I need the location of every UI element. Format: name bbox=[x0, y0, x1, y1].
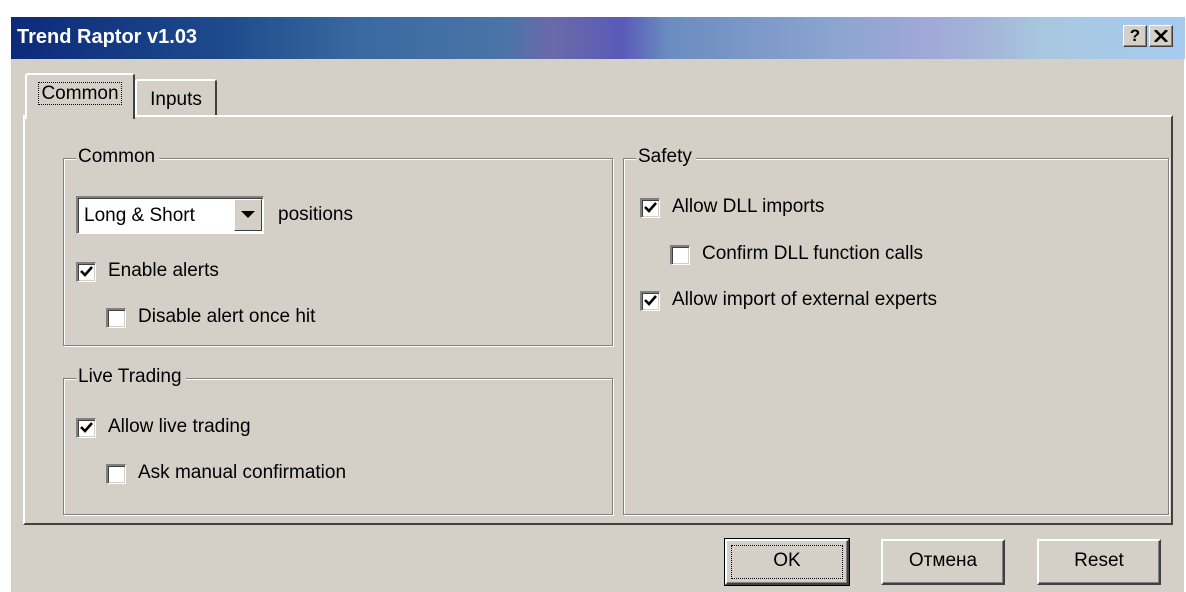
ok-button[interactable]: OK bbox=[724, 538, 850, 586]
positions-label: positions bbox=[278, 204, 353, 225]
reset-button-label: Reset bbox=[1074, 550, 1124, 571]
positions-dropdown-button[interactable] bbox=[234, 199, 262, 231]
window-title: Trend Raptor v1.03 bbox=[17, 26, 198, 48]
ask-manual-confirmation-checkbox[interactable] bbox=[106, 464, 126, 484]
chevron-down-icon bbox=[241, 211, 255, 218]
disable-alert-once-hit-checkbox[interactable] bbox=[106, 308, 126, 328]
safety-groupbox: Safety Allow DLL imports Confirm DLL fun… bbox=[623, 146, 1169, 515]
focus-rectangle bbox=[731, 545, 843, 579]
allow-dll-imports-label: Allow DLL imports bbox=[672, 196, 825, 217]
positions-select[interactable]: Long & Short bbox=[76, 196, 264, 234]
cancel-button-label: Отмена bbox=[908, 550, 978, 571]
common-groupbox: Common Long & Short positions Enable ale… bbox=[63, 146, 613, 346]
ask-manual-confirmation-label: Ask manual confirmation bbox=[138, 462, 347, 483]
enable-alerts-label: Enable alerts bbox=[108, 260, 219, 281]
allow-live-trading-label: Allow live trading bbox=[108, 416, 251, 437]
tab-common[interactable]: Common bbox=[25, 73, 135, 119]
tab-inputs[interactable]: Inputs bbox=[135, 79, 217, 117]
help-icon: ? bbox=[1129, 26, 1141, 45]
confirm-dll-function-calls-label: Confirm DLL function calls bbox=[702, 243, 924, 264]
checkmark-icon bbox=[80, 266, 93, 277]
tab-panel-common: Common Long & Short positions Enable ale… bbox=[23, 115, 1173, 525]
reset-button[interactable]: Reset bbox=[1037, 539, 1161, 585]
safety-group-legend: Safety bbox=[636, 146, 696, 168]
tab-common-label: Common bbox=[38, 82, 122, 105]
close-button[interactable] bbox=[1149, 25, 1173, 47]
common-group-legend: Common bbox=[76, 146, 160, 168]
confirm-dll-function-calls-checkbox[interactable] bbox=[670, 245, 690, 265]
checkmark-icon bbox=[644, 202, 657, 213]
live-trading-groupbox: Live Trading Allow live trading Ask manu… bbox=[63, 366, 613, 515]
allow-import-external-experts-label: Allow import of external experts bbox=[672, 289, 938, 310]
dialog-window: Trend Raptor v1.03 ? Common Inputs Commo… bbox=[10, 16, 1185, 592]
allow-import-external-experts-checkbox[interactable] bbox=[640, 291, 660, 311]
cancel-button[interactable]: Отмена bbox=[881, 539, 1005, 585]
close-icon bbox=[1154, 30, 1168, 42]
checkmark-icon bbox=[644, 295, 657, 306]
tab-inputs-label: Inputs bbox=[150, 89, 202, 110]
help-button[interactable]: ? bbox=[1123, 25, 1147, 47]
positions-select-value: Long & Short bbox=[84, 205, 195, 226]
title-bar[interactable]: Trend Raptor v1.03 ? bbox=[11, 17, 1185, 59]
allow-dll-imports-checkbox[interactable] bbox=[640, 198, 660, 218]
enable-alerts-checkbox[interactable] bbox=[76, 262, 96, 282]
live-trading-group-legend: Live Trading bbox=[76, 366, 186, 388]
disable-alert-once-hit-label: Disable alert once hit bbox=[138, 306, 316, 327]
checkmark-icon bbox=[80, 422, 93, 433]
allow-live-trading-checkbox[interactable] bbox=[76, 418, 96, 438]
